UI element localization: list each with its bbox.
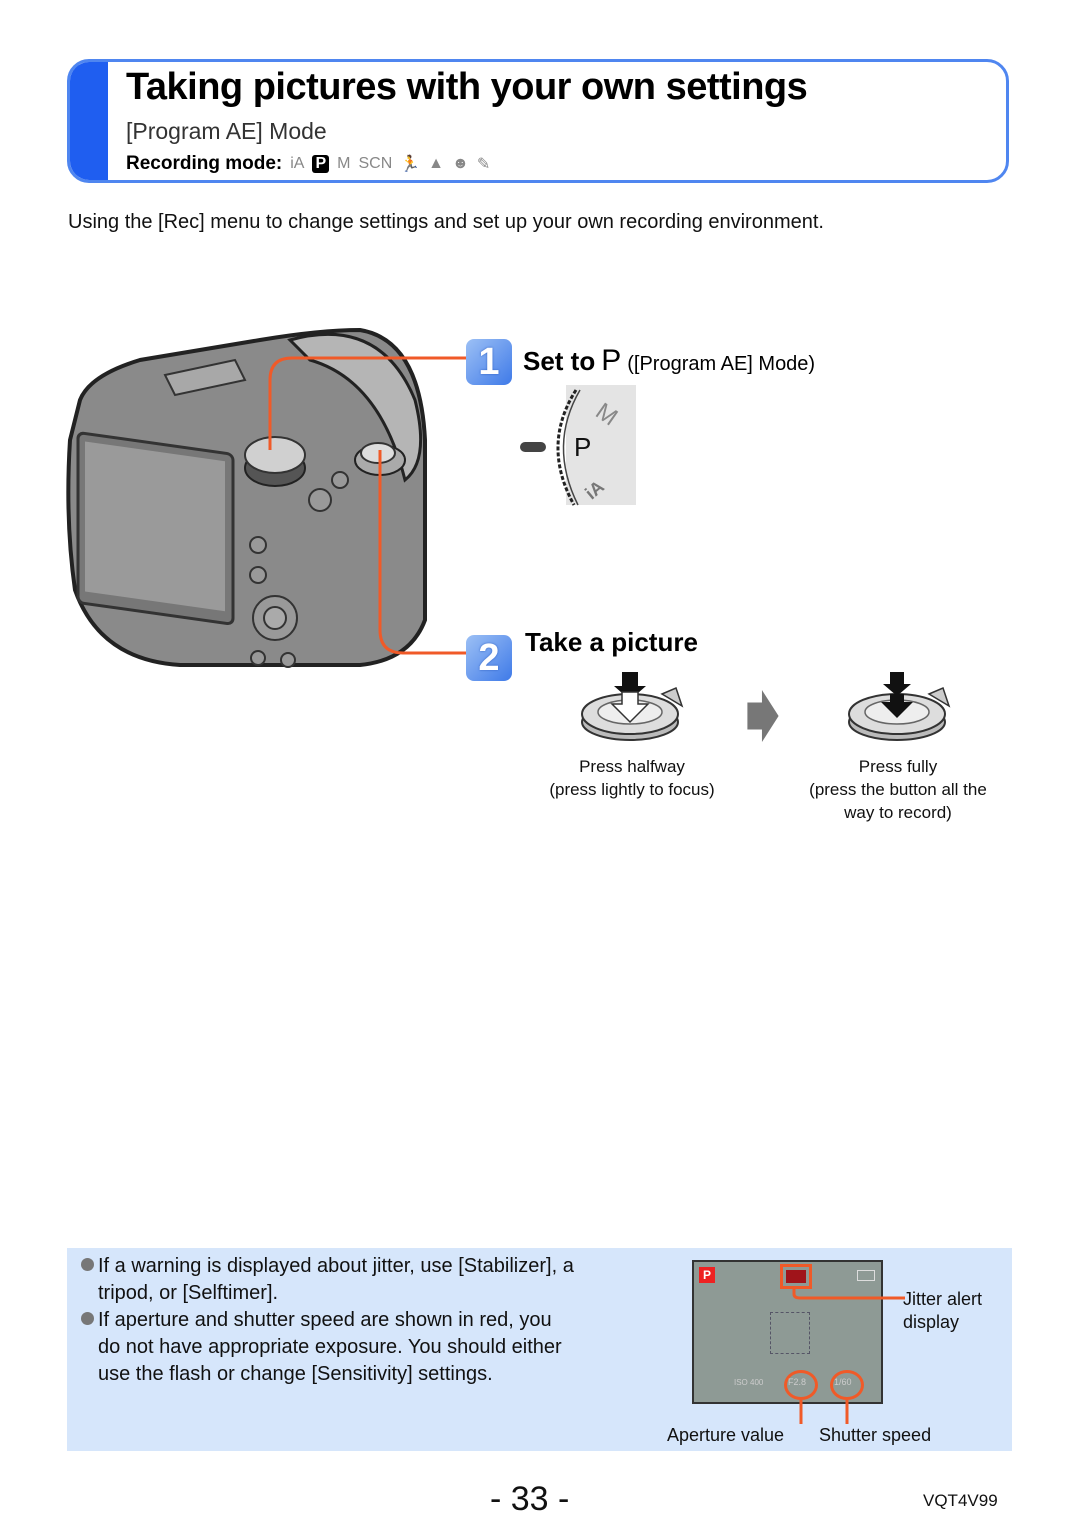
page-number: - 33 - xyxy=(490,1480,570,1518)
shutter-speed-label: Shutter speed xyxy=(819,1425,932,1445)
scene-mode-icon: SCN xyxy=(358,155,393,172)
step-2-title: Take a picture xyxy=(525,627,698,657)
callout-lines xyxy=(792,1286,905,1424)
mode-dial xyxy=(244,436,306,487)
scenery-icon: ▲ xyxy=(428,155,445,172)
press-fully-detail-2: way to record) xyxy=(844,803,952,822)
step-1-title: Set to P ([Program AE] Mode) xyxy=(523,344,815,378)
dial-label-p: P xyxy=(574,432,591,462)
creative-control-icon: ✎ xyxy=(476,156,491,173)
program-ae-icon: P xyxy=(312,155,330,173)
page-title: Taking pictures with your own settings xyxy=(126,66,808,108)
step-1-label: Set to xyxy=(523,346,596,376)
recording-mode-label: Recording mode: xyxy=(126,153,283,174)
dial-indicator xyxy=(520,442,546,452)
jitter-alert-label: Jitter alert display xyxy=(903,1289,983,1332)
page-subtitle: [Program AE] Mode xyxy=(126,118,327,144)
shutter-full-press-icon xyxy=(848,672,951,741)
sports-icon: 🏃 xyxy=(400,156,421,173)
header-accent-bar xyxy=(70,62,108,180)
press-fully-caption: Press fully (press the button all the wa… xyxy=(783,755,1013,824)
program-p-symbol: P xyxy=(601,344,622,377)
section-header: Taking pictures with your own settings [… xyxy=(67,59,1009,183)
manual-exposure-icon: M xyxy=(337,155,351,172)
press-halfway-caption: Press halfway (press lightly to focus) xyxy=(522,755,742,801)
mode-dial-closeup: M P iA xyxy=(520,385,636,506)
portrait-icon: ☻ xyxy=(452,155,469,172)
notes-panel: If a warning is displayed about jitter, … xyxy=(67,1248,1012,1451)
press-fully-detail: (press the button all the xyxy=(809,780,987,799)
document-code: VQT4V99 xyxy=(923,1491,998,1510)
step-1-aside: ([Program AE] Mode) xyxy=(627,353,816,375)
recording-mode-row: Recording mode: iA P M SCN 🏃 ▲ ☻ ✎ xyxy=(126,153,490,175)
press-halfway-label: Press halfway xyxy=(579,757,685,776)
step-2-badge: 2 xyxy=(466,635,512,681)
intelligent-auto-icon: iA xyxy=(290,155,305,172)
press-fully-label: Press fully xyxy=(858,757,938,776)
shutter-half-press-icon xyxy=(581,672,684,741)
step-1-badge: 1 xyxy=(466,339,512,385)
aperture-value-label: Aperture value xyxy=(667,1425,785,1445)
next-arrow-icon xyxy=(747,690,779,742)
camera-illustration xyxy=(66,327,480,668)
intro-text: Using the [Rec] menu to change settings … xyxy=(68,211,824,233)
press-halfway-detail: (press lightly to focus) xyxy=(549,780,715,799)
